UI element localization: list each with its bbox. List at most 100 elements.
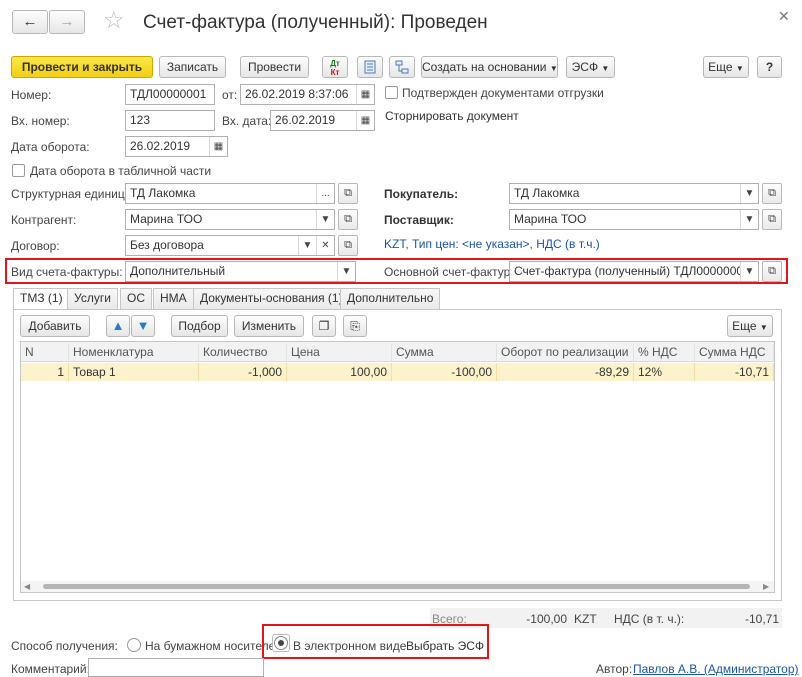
invoice-type-field[interactable]: Дополнительный ▼: [125, 261, 356, 282]
base-invoice-label: Основной счет-фактура:: [384, 265, 521, 279]
chevron-down-icon[interactable]: ▼: [740, 210, 758, 229]
calendar-icon[interactable]: ▦: [356, 111, 374, 130]
counterparty-field[interactable]: Марина ТОО ▼: [125, 209, 335, 230]
column-header-item[interactable]: Номенклатура: [69, 344, 199, 362]
help-button[interactable]: ?: [757, 56, 782, 78]
tab-additional[interactable]: Дополнительно: [340, 288, 441, 309]
invoice-type-label: Вид счета-фактуры:: [11, 265, 123, 279]
comment-label: Комментарий:: [11, 662, 90, 676]
column-header-turnover[interactable]: Оборот по реализации: [497, 344, 634, 362]
tab-services[interactable]: Услуги: [67, 288, 118, 309]
move-down-button[interactable]: ▼: [131, 315, 155, 337]
scrollbar-thumb[interactable]: [43, 584, 750, 589]
storno-link[interactable]: Сторнировать документ: [385, 109, 519, 123]
arrow-down-icon: ▼: [136, 318, 150, 333]
dropdown-arrow-icon: ▼: [601, 64, 610, 73]
buyer-label: Покупатель:: [384, 187, 459, 201]
column-header-n[interactable]: N: [21, 344, 69, 362]
calendar-icon[interactable]: ▦: [209, 137, 227, 156]
open-contract-button[interactable]: ⧉: [338, 235, 358, 256]
edit-button[interactable]: Изменить: [234, 315, 304, 337]
tab-tmz[interactable]: ТМЗ (1): [13, 288, 70, 310]
open-base-invoice-button[interactable]: ⧉: [762, 261, 782, 282]
horizontal-scrollbar[interactable]: ◀ ▶: [21, 581, 774, 592]
supplier-field[interactable]: Марина ТОО ▼: [509, 209, 759, 230]
row-price: 100,00: [287, 363, 392, 381]
post-and-close-button[interactable]: Провести и закрыть: [11, 56, 153, 78]
totals-vat-label: НДС (в т. ч.):: [614, 612, 685, 626]
buyer-field[interactable]: ТД Лакомка ▼: [509, 183, 759, 204]
move-up-button[interactable]: ▲: [106, 315, 130, 337]
calendar-icon[interactable]: ▦: [356, 85, 374, 104]
close-icon[interactable]: ✕: [778, 8, 790, 25]
favorite-star-icon[interactable]: ☆: [103, 6, 125, 35]
chevron-down-icon[interactable]: ▼: [740, 184, 758, 203]
contract-field[interactable]: Без договора ▼ ✕: [125, 235, 335, 256]
column-header-vat-pct[interactable]: % НДС: [634, 344, 695, 362]
back-button[interactable]: ←: [12, 10, 48, 34]
tab-base-documents[interactable]: Документы-основания (1): [193, 288, 350, 309]
copy-button[interactable]: ❐: [312, 315, 336, 337]
save-button[interactable]: Записать: [159, 56, 226, 78]
scroll-left-icon[interactable]: ◀: [24, 581, 30, 592]
confirmed-label: Подтвержден документами отгрузки: [402, 86, 604, 100]
post-button[interactable]: Провести: [240, 56, 309, 78]
forward-button[interactable]: →: [49, 10, 85, 34]
more-button[interactable]: Еще ▼: [703, 56, 749, 78]
open-counterparty-button[interactable]: ⧉: [338, 209, 358, 230]
open-unit-button[interactable]: ⧉: [338, 183, 358, 204]
structure-button[interactable]: [389, 56, 415, 78]
paste-icon: ⎘: [350, 319, 360, 333]
add-row-button[interactable]: Добавить: [20, 315, 90, 337]
radio-paper-label: На бумажном носителе: [145, 639, 276, 653]
number-field[interactable]: ТДЛ00000001: [125, 84, 215, 105]
clear-icon[interactable]: ✕: [316, 236, 334, 255]
column-header-qty[interactable]: Количество: [199, 344, 287, 362]
radio-electronic-label: В электронном виде: [293, 639, 407, 653]
create-based-on-button[interactable]: Создать на основании ▼: [421, 56, 558, 78]
chevron-down-icon[interactable]: ▼: [298, 236, 316, 255]
unit-label: Структурная единица:: [11, 187, 135, 201]
chevron-down-icon[interactable]: ▼: [316, 210, 334, 229]
open-supplier-button[interactable]: ⧉: [762, 209, 782, 230]
turnover-date-field[interactable]: 26.02.2019 ▦: [125, 136, 228, 157]
confirmed-checkbox[interactable]: [385, 86, 398, 99]
choose-esf-link[interactable]: Выбрать ЭСФ: [406, 639, 484, 653]
chevron-down-icon[interactable]: ▼: [337, 262, 355, 281]
pick-button[interactable]: Подбор: [171, 315, 228, 337]
radio-electronic[interactable]: [272, 634, 290, 652]
in-number-field[interactable]: 123: [125, 110, 215, 131]
turnover-date-label: Дата оборота:: [11, 140, 90, 154]
price-info-link[interactable]: KZT, Тип цен: <не указан>, НДС (в т.ч.): [384, 237, 600, 251]
row-item: Товар 1: [69, 363, 199, 381]
radio-paper[interactable]: [127, 638, 141, 652]
column-header-vat-sum[interactable]: Сумма НДС: [695, 344, 774, 362]
in-date-field[interactable]: 26.02.2019 ▦: [270, 110, 375, 131]
scroll-right-icon[interactable]: ▶: [763, 581, 769, 592]
row-vat-pct: 12%: [634, 363, 695, 381]
row-qty: -1,000: [199, 363, 287, 381]
row-n: 1: [21, 363, 69, 381]
dt-kt-button[interactable]: Дт Кт: [322, 56, 348, 78]
report-list-button[interactable]: [357, 56, 383, 78]
author-link[interactable]: Павлов А.В. (Администратор): [633, 662, 799, 676]
dt-kt-icon: Дт Кт: [330, 59, 340, 77]
date-from-field[interactable]: 26.02.2019 8:37:06 ▦: [240, 84, 375, 105]
chevron-down-icon[interactable]: ▼: [740, 262, 758, 281]
esf-button[interactable]: ЭСФ ▼: [566, 56, 615, 78]
column-header-price[interactable]: Цена: [287, 344, 392, 362]
turnover-in-table-checkbox[interactable]: [12, 164, 25, 177]
column-header-sum[interactable]: Сумма: [392, 344, 497, 362]
totals-vat-value: -10,71: [744, 612, 779, 626]
counterparty-label: Контрагент:: [11, 213, 77, 227]
base-invoice-field[interactable]: Счет-фактура (полученный) ТДЛ00000002 от…: [509, 261, 759, 282]
tab-intangible[interactable]: НМА: [153, 288, 194, 309]
tab-fixed-assets[interactable]: ОС: [120, 288, 152, 309]
window-title: Счет-фактура (полученный): Проведен: [143, 12, 488, 33]
comment-field[interactable]: [88, 658, 264, 677]
ellipsis-icon[interactable]: ...: [316, 184, 334, 203]
open-buyer-button[interactable]: ⧉: [762, 183, 782, 204]
table-more-button[interactable]: Еще ▼: [727, 315, 773, 337]
paste-button[interactable]: ⎘: [343, 315, 367, 337]
unit-field[interactable]: ТД Лакомка ...: [125, 183, 335, 204]
